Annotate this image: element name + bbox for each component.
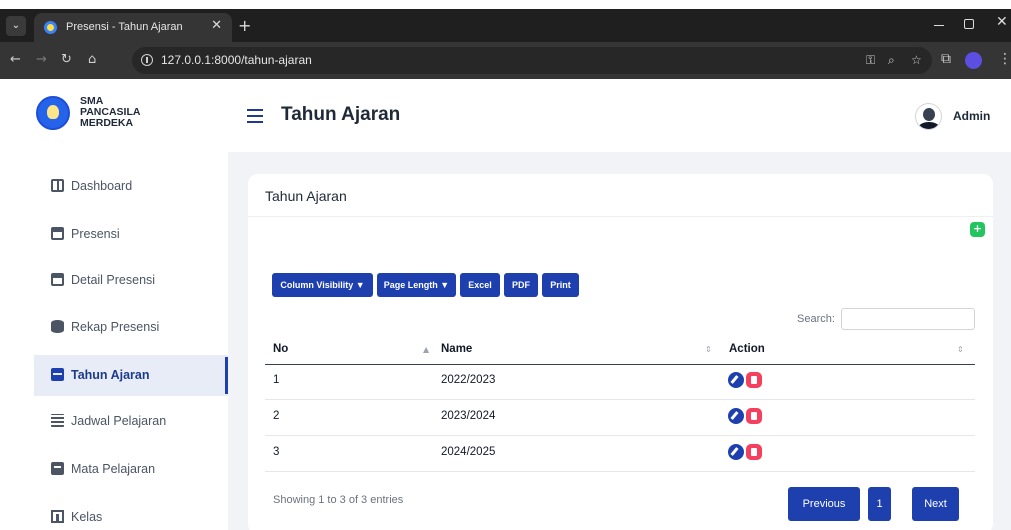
sidebar-item-dashboard[interactable]: Dashboard	[34, 166, 228, 207]
avatar[interactable]	[915, 103, 942, 130]
url-field[interactable]: 127.0.0.1:8000/tahun-ajaran ⚿ ⌕ ☆	[132, 47, 932, 74]
classroom-icon	[51, 510, 64, 523]
table-row: 3 2024/2025	[265, 436, 975, 472]
browser-menu-icon[interactable]: ⋮	[998, 51, 1011, 67]
window-close-icon[interactable]: ✕	[996, 14, 1008, 30]
sidebar-item-label: Tahun Ajaran	[71, 368, 150, 382]
column-header-no[interactable]: No	[273, 343, 288, 355]
cell-no: 1	[273, 374, 280, 386]
edit-icon[interactable]	[728, 372, 744, 388]
print-button[interactable]: Print	[542, 273, 579, 297]
hamburger-menu-icon[interactable]	[247, 109, 263, 123]
forward-icon[interactable]: →	[36, 52, 47, 67]
bookmark-star-icon[interactable]: ☆	[911, 53, 922, 67]
sort-icon[interactable]: ⇕	[705, 345, 712, 354]
search-label: Search:	[797, 313, 835, 325]
tab-search-icon[interactable]: ⌄	[6, 16, 26, 36]
sort-icon[interactable]: ⇕	[957, 345, 964, 354]
table-row: 2 2023/2024	[265, 400, 975, 436]
card-title: Tahun Ajaran	[265, 188, 347, 204]
edit-icon[interactable]	[728, 444, 744, 460]
book-icon	[51, 462, 64, 475]
site-info-icon[interactable]	[141, 54, 153, 66]
tab-close-icon[interactable]: ✕	[211, 18, 222, 33]
delete-icon[interactable]	[746, 408, 762, 424]
pdf-button[interactable]: PDF	[504, 273, 538, 297]
column-header-name[interactable]: Name	[441, 343, 472, 355]
sidebar-item-tahun-ajaran[interactable]: Tahun Ajaran	[34, 355, 228, 396]
cell-no: 3	[273, 446, 280, 458]
calendar-icon	[51, 368, 64, 381]
password-key-icon[interactable]: ⚿	[866, 53, 875, 68]
home-icon[interactable]: ⌂	[88, 52, 96, 67]
sidebar-item-rekap-presensi[interactable]: Rekap Presensi	[34, 307, 228, 348]
cell-name: 2024/2025	[441, 446, 496, 458]
calendar-check-icon	[51, 273, 64, 286]
reload-icon[interactable]: ↻	[61, 52, 72, 67]
cell-name: 2022/2023	[441, 374, 496, 386]
sidebar-item-label: Presensi	[71, 227, 120, 241]
new-tab-icon[interactable]: +	[238, 16, 251, 35]
zoom-icon[interactable]: ⌕	[888, 53, 895, 68]
maximize-icon[interactable]	[964, 19, 974, 29]
sidebar-item-detail-presensi[interactable]: Detail Presensi	[34, 260, 228, 301]
sidebar-item-presensi[interactable]: Presensi	[34, 214, 228, 255]
sidebar-item-mata-pelajaran[interactable]: Mata Pelajaran	[34, 449, 228, 490]
card-divider	[248, 216, 993, 217]
previous-button[interactable]: Previous	[788, 487, 860, 521]
sidebar-item-jadwal-pelajaran[interactable]: Jadwal Pelajaran	[34, 401, 228, 442]
user-name[interactable]: Admin	[953, 109, 990, 123]
page-length-button[interactable]: Page Length ▼	[377, 273, 456, 297]
excel-button[interactable]: Excel	[460, 273, 500, 297]
browser-tab[interactable]: Presensi - Tahun Ajaran ✕	[34, 13, 232, 42]
address-bar: ← → ↻ ⌂ 127.0.0.1:8000/tahun-ajaran ⚿ ⌕ …	[0, 42, 1011, 79]
sidebar-item-label: Kelas	[71, 510, 103, 524]
database-icon	[51, 320, 64, 333]
page-header: Tahun Ajaran Admin	[228, 79, 1011, 152]
sidebar-item-label: Rekap Presensi	[71, 320, 160, 334]
tab-title: Presensi - Tahun Ajaran	[66, 21, 183, 33]
school-name: SMA PANCASILA MERDEKA	[80, 95, 141, 129]
search-input[interactable]	[841, 308, 975, 330]
page-1-button[interactable]: 1	[868, 487, 891, 521]
page-title: Tahun Ajaran	[281, 104, 401, 125]
sidebar-item-label: Jadwal Pelajaran	[71, 414, 167, 428]
add-button[interactable]: +	[970, 222, 985, 237]
delete-icon[interactable]	[746, 372, 762, 388]
sidebar-item-label: Mata Pelajaran	[71, 462, 156, 476]
calendar-grid-icon	[51, 414, 64, 427]
school-logo	[36, 96, 70, 130]
extensions-icon[interactable]: ⧉	[941, 51, 951, 67]
column-visibility-button[interactable]: Column Visibility ▼	[272, 273, 373, 297]
minimize-icon[interactable]	[934, 17, 946, 31]
back-icon[interactable]: ←	[10, 52, 21, 67]
cell-no: 2	[273, 410, 280, 422]
sort-asc-icon[interactable]: ▲	[423, 345, 429, 354]
delete-icon[interactable]	[746, 444, 762, 460]
dashboard-icon	[51, 179, 64, 192]
column-header-action[interactable]: Action	[729, 343, 765, 355]
sidebar-item-kelas[interactable]: Kelas	[34, 497, 228, 530]
next-button[interactable]: Next	[912, 487, 959, 521]
top-strip	[0, 0, 1011, 9]
cell-name: 2023/2024	[441, 410, 496, 422]
sidebar-item-label: Dashboard	[71, 179, 133, 193]
sidebar: SMA PANCASILA MERDEKA Dashboard Presensi…	[0, 79, 228, 530]
table-info: Showing 1 to 3 of 3 entries	[273, 494, 404, 506]
tahun-ajaran-card: Tahun Ajaran + Column Visibility ▼ Page …	[248, 174, 993, 530]
browser-tab-bar: ⌄ Presensi - Tahun Ajaran ✕ + ✕	[0, 9, 1011, 42]
favicon-icon	[44, 21, 57, 34]
calendar-check-icon	[51, 227, 64, 240]
sidebar-item-label: Detail Presensi	[71, 273, 156, 287]
profile-icon[interactable]	[965, 52, 982, 69]
url-text: 127.0.0.1:8000/tahun-ajaran	[161, 53, 312, 67]
edit-icon[interactable]	[728, 408, 744, 424]
table-row: 1 2022/2023	[265, 364, 975, 400]
